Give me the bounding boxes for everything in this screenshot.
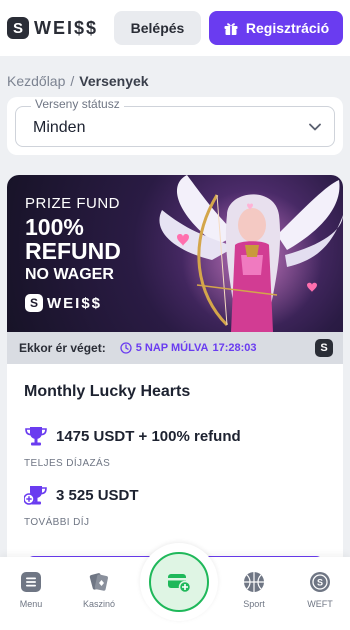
login-button[interactable]: Belépés [114, 11, 201, 45]
basketball-icon [244, 572, 264, 592]
nav-item-sport[interactable]: Sport [224, 571, 284, 609]
breadcrumb-current: Versenyek [79, 73, 149, 89]
status-select-value: Minden [33, 119, 86, 136]
tournament-card[interactable]: PRIZE FUND 100% REFUND NO WAGER S WEI$$ … [7, 175, 343, 575]
additional-prize-label: TOVÁBBI DÍJ [24, 517, 90, 528]
bottom-navigation: Menu Kaszinó Sport S WEFT [0, 543, 350, 630]
trophy-plus-icon [24, 486, 47, 505]
countdown-days: 5 NAP MÚLVA [135, 342, 209, 354]
site-logo[interactable]: S WEI$$ [7, 17, 98, 39]
nav-item-weft[interactable]: S WEFT [290, 571, 350, 609]
top-header: S WEI$$ Belépés Regisztráció [0, 0, 350, 56]
breadcrumb-home[interactable]: Kezdőlap [7, 73, 65, 89]
wallet-add-icon [168, 574, 192, 594]
status-select-legend: Verseny státusz [31, 97, 124, 111]
banner-headline: PRIZE FUND 100% REFUND NO WAGER [25, 195, 121, 284]
trophy-icon [25, 427, 47, 446]
provider-logo-icon: S [315, 339, 333, 357]
filter-card: Minden Verseny státusz [7, 97, 343, 155]
nav-label-weft: WEFT [307, 599, 333, 609]
nav-item-menu[interactable]: Menu [1, 571, 61, 609]
banner-logo: S WEI$$ [25, 294, 102, 312]
total-prize-amount: 1475 USDT + 100% refund [56, 427, 241, 445]
breadcrumb: Kezdőlap / Versenyek [7, 73, 149, 89]
banner-line-2: REFUND [25, 238, 121, 264]
nav-item-casino[interactable]: Kaszinó [69, 571, 129, 609]
clock-icon [120, 342, 132, 354]
banner-line-3: NO WAGER [25, 266, 114, 283]
logo-text: WEI$$ [34, 17, 99, 38]
angel-artwork [159, 175, 343, 332]
countdown-time: 17:28:03 [212, 342, 257, 354]
register-label: Regisztráció [245, 20, 330, 36]
tournament-status-bar: Ekkor ér véget: 5 NAP MÚLVA 17:28:03 S [7, 332, 343, 364]
countdown: 5 NAP MÚLVA 17:28:03 [120, 342, 257, 354]
breadcrumb-separator: / [70, 73, 75, 89]
chevron-down-icon [309, 123, 321, 131]
cards-icon [89, 573, 108, 591]
banner-logo-mark: S [25, 294, 43, 312]
total-prize-row: 1475 USDT + 100% refund [24, 425, 241, 447]
tournament-banner[interactable]: PRIZE FUND 100% REFUND NO WAGER S WEI$$ [7, 175, 343, 332]
deposit-button[interactable] [149, 552, 209, 612]
nav-label-menu: Menu [19, 599, 43, 609]
tournament-title: Monthly Lucky Hearts [24, 383, 191, 400]
total-prize-label: TELJES DÍJAZÁS [24, 458, 111, 469]
additional-prize-row: 3 525 USDT [24, 484, 139, 506]
banner-logo-text: WEI$$ [47, 294, 103, 312]
svg-text:S: S [317, 578, 323, 588]
nav-label-sport: Sport [243, 599, 265, 609]
nav-label-casino: Kaszinó [82, 599, 116, 609]
center-action-wrapper [140, 543, 218, 621]
menu-icon [21, 572, 41, 592]
banner-line-1: 100% [25, 214, 84, 240]
banner-prize-fund: PRIZE FUND [25, 195, 120, 212]
end-time-label: Ekkor ér véget: [19, 341, 106, 355]
coin-icon: S [310, 572, 330, 592]
status-select[interactable]: Minden [15, 106, 335, 147]
gift-icon [224, 23, 238, 35]
register-button[interactable]: Regisztráció [209, 11, 343, 45]
additional-prize-amount: 3 525 USDT [56, 486, 139, 504]
logo-mark: S [7, 17, 29, 39]
